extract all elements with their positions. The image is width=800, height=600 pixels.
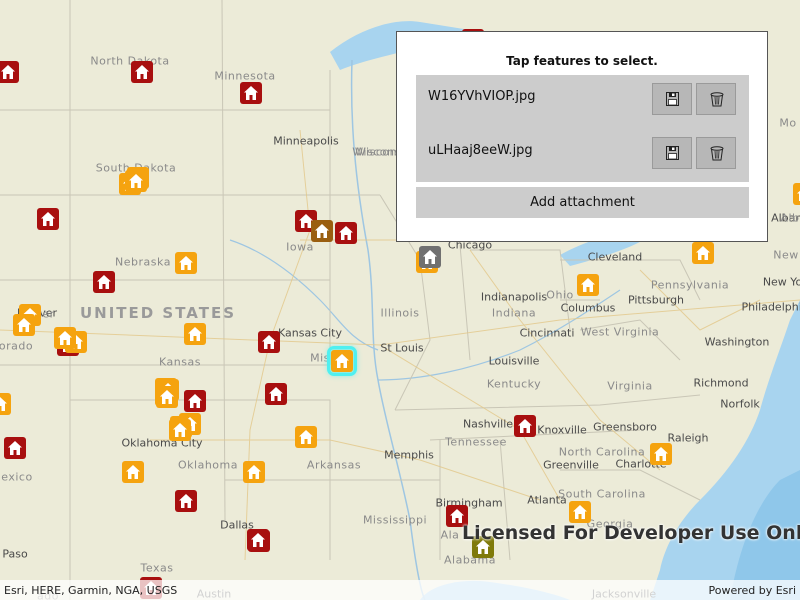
map-feature[interactable] [54,327,76,349]
map-feature[interactable] [184,390,206,412]
house-icon [0,397,7,411]
house-icon [1,65,15,79]
house-icon [654,447,668,461]
map-feature[interactable] [0,61,19,83]
delete-icon [710,92,724,107]
delete-attachment-button[interactable] [696,83,736,115]
map-feature[interactable] [13,314,35,336]
map-feature[interactable] [240,82,262,104]
delete-attachment-button[interactable] [696,137,736,169]
house-icon [188,327,202,341]
powered-by-text[interactable]: Powered by Esri [708,584,796,597]
house-icon [188,394,202,408]
house-icon [17,318,31,332]
map-feature[interactable] [793,183,800,205]
house-icon [179,494,193,508]
house-icon [315,224,329,238]
map-feature[interactable] [0,393,11,415]
attachment-row[interactable]: W16YVhVIOP.jpg [416,75,749,121]
map-feature[interactable] [311,220,333,242]
house-icon [244,86,258,100]
house-icon [97,275,111,289]
attachment-filename: W16YVhVIOP.jpg [428,89,536,104]
house-icon [269,387,283,401]
map-feature[interactable] [247,529,269,551]
house-icon [173,423,187,437]
map-feature[interactable] [175,252,197,274]
house-icon [335,354,349,368]
map-feature[interactable] [184,323,206,345]
attachment-filename: uLHaaj8eeW.jpg [428,143,533,158]
map-feature[interactable] [175,490,197,512]
house-icon [247,465,261,479]
map-feature[interactable] [258,331,280,353]
house-icon [8,441,22,455]
selected-map-feature[interactable] [327,346,357,376]
attachment-row[interactable]: uLHaaj8eeW.jpg [416,129,749,175]
attachments-list[interactable]: W16YVhVIOP.jpg uLHaaj8eeW.jpg [416,75,749,182]
map-feature[interactable] [335,222,357,244]
house-icon [696,246,710,260]
house-icon [299,430,313,444]
delete-icon [710,146,724,161]
developer-watermark: Licensed For Developer Use Only [462,522,800,544]
map-feature[interactable] [4,437,26,459]
house-icon [129,174,143,188]
map-feature[interactable] [650,443,672,465]
house-icon [160,390,174,404]
house-icon [262,335,276,349]
map-feature[interactable] [295,426,317,448]
attribution-text: Esri, HERE, Garmin, NGA, USGS [4,584,178,597]
add-attachment-button[interactable]: Add attachment [416,187,749,218]
house-icon [423,250,437,264]
map-feature[interactable] [265,383,287,405]
house-icon [797,190,800,201]
attachments-panel: Tap features to select. W16YVhVIOP.jpg u… [396,31,768,242]
map-feature[interactable] [569,501,591,523]
panel-title: Tap features to select. [506,54,658,68]
map-feature[interactable] [122,461,144,483]
house-icon [41,212,55,226]
map-feature[interactable] [419,246,441,268]
map-feature[interactable] [93,271,115,293]
map-feature[interactable] [131,61,153,83]
map-feature[interactable] [125,170,147,192]
map-feature[interactable] [37,208,59,230]
house-icon [573,505,587,519]
map-feature[interactable] [243,461,265,483]
save-attachment-button[interactable] [652,137,692,169]
save-icon [666,146,679,160]
house-icon [135,65,149,79]
save-icon [666,92,679,106]
house-icon [339,226,353,240]
save-attachment-button[interactable] [652,83,692,115]
attribution-bar: Esri, HERE, Garmin, NGA, USGS Powered by… [0,580,800,600]
house-icon [251,533,265,547]
house-icon [126,465,140,479]
house-icon [518,419,532,433]
map-feature[interactable] [577,274,599,296]
house-icon [179,256,193,270]
house-icon [581,278,595,292]
map-feature[interactable] [692,242,714,264]
house-icon [58,331,72,345]
map-feature[interactable] [514,415,536,437]
map-feature[interactable] [169,419,191,441]
map-feature[interactable] [156,386,178,408]
